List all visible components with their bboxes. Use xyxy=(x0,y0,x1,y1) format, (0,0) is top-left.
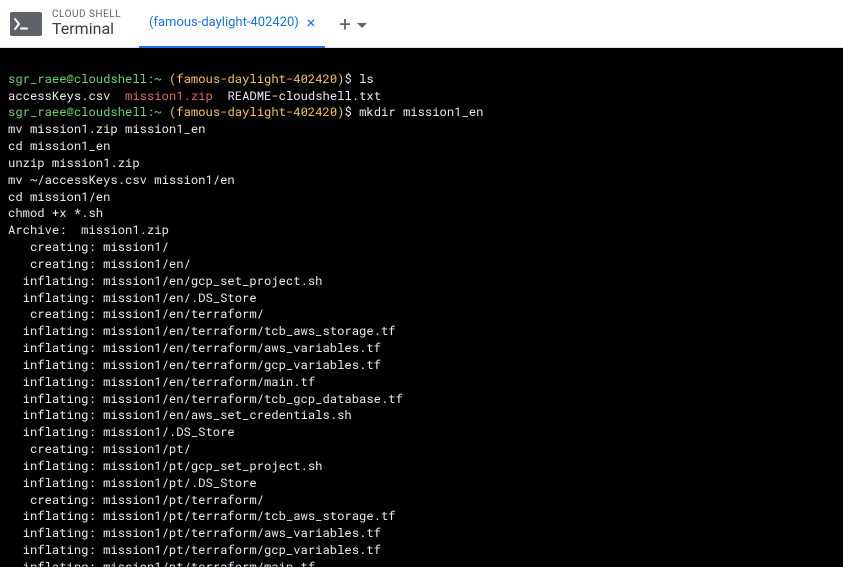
unzip-line: creating: mission1/pt/ xyxy=(8,441,191,457)
prompt-project: (famous-daylight-402420) xyxy=(169,71,345,87)
unzip-line: inflating: mission1/en/terraform/aws_var… xyxy=(8,340,381,356)
unzip-line: inflating: mission1/en/.DS_Store xyxy=(8,290,257,306)
tab-menu-button[interactable] xyxy=(357,14,367,33)
tab-label: (famous-daylight-402420) xyxy=(149,15,299,30)
unzip-line: creating: mission1/pt/terraform/ xyxy=(8,492,264,508)
new-tab-button[interactable]: + xyxy=(339,14,350,34)
unzip-line: creating: mission1/en/ xyxy=(8,256,191,272)
unzip-line: inflating: mission1/en/terraform/tcb_aws… xyxy=(8,323,396,339)
terminal-tab[interactable]: (famous-daylight-402420) × xyxy=(139,0,325,48)
cmd-mkdir: mkdir mission1_en xyxy=(359,104,483,120)
cmd-line: cd mission1_en xyxy=(8,138,110,154)
prompt-dollar: $ xyxy=(344,104,359,120)
prompt-path: ~ xyxy=(154,71,161,87)
prompt-user-host: sgr_raee@cloudshell: xyxy=(8,71,154,87)
unzip-line: inflating: mission1/en/terraform/tcb_gcp… xyxy=(8,391,403,407)
prompt-dollar: $ xyxy=(344,71,359,87)
cmd-line: unzip mission1.zip xyxy=(8,155,140,171)
cloud-shell-icon xyxy=(10,12,42,36)
ls-file: mission1.zip xyxy=(125,88,213,104)
unzip-line: inflating: mission1/pt/terraform/tcb_aws… xyxy=(8,508,396,524)
unzip-line: creating: mission1/en/terraform/ xyxy=(8,306,264,322)
cmd-line: cd mission1/en xyxy=(8,189,110,205)
unzip-line: inflating: mission1/en/aws_set_credentia… xyxy=(8,407,352,423)
ls-file: README-cloudshell.txt xyxy=(227,88,381,104)
unzip-line: inflating: mission1/.DS_Store xyxy=(8,424,235,440)
title-main: Terminal xyxy=(52,20,121,38)
header-bar: CLOUD SHELL Terminal (famous-daylight-40… xyxy=(0,0,843,48)
unzip-line: inflating: mission1/pt/terraform/gcp_var… xyxy=(8,542,381,558)
unzip-line: inflating: mission1/pt/.DS_Store xyxy=(8,475,257,491)
ls-file: accessKeys.csv xyxy=(8,88,110,104)
unzip-line: inflating: mission1/en/terraform/gcp_var… xyxy=(8,357,381,373)
prompt-user-host: sgr_raee@cloudshell: xyxy=(8,104,154,120)
cmd-line: mv ~/accessKeys.csv mission1/en xyxy=(8,172,235,188)
unzip-line: inflating: mission1/pt/terraform/aws_var… xyxy=(8,525,381,541)
terminal-output[interactable]: sgr_raee@cloudshell:~ (famous-daylight-4… xyxy=(0,48,843,567)
close-tab-icon[interactable]: × xyxy=(307,15,316,31)
title-block: CLOUD SHELL Terminal xyxy=(52,9,121,38)
prompt-project: (famous-daylight-402420) xyxy=(169,104,345,120)
unzip-line: inflating: mission1/pt/gcp_set_project.s… xyxy=(8,458,323,474)
unzip-line: Archive: mission1.zip xyxy=(8,222,169,238)
unzip-line: inflating: mission1/en/gcp_set_project.s… xyxy=(8,273,323,289)
cmd-line: chmod +x *.sh xyxy=(8,205,103,221)
cmd-line: mv mission1.zip mission1_en xyxy=(8,121,205,137)
unzip-line: inflating: mission1/pt/terraform/main.tf xyxy=(8,559,315,567)
cmd-ls: ls xyxy=(359,71,374,87)
unzip-line: creating: mission1/ xyxy=(8,239,169,255)
unzip-line: inflating: mission1/en/terraform/main.tf xyxy=(8,374,315,390)
prompt-path: ~ xyxy=(154,104,161,120)
